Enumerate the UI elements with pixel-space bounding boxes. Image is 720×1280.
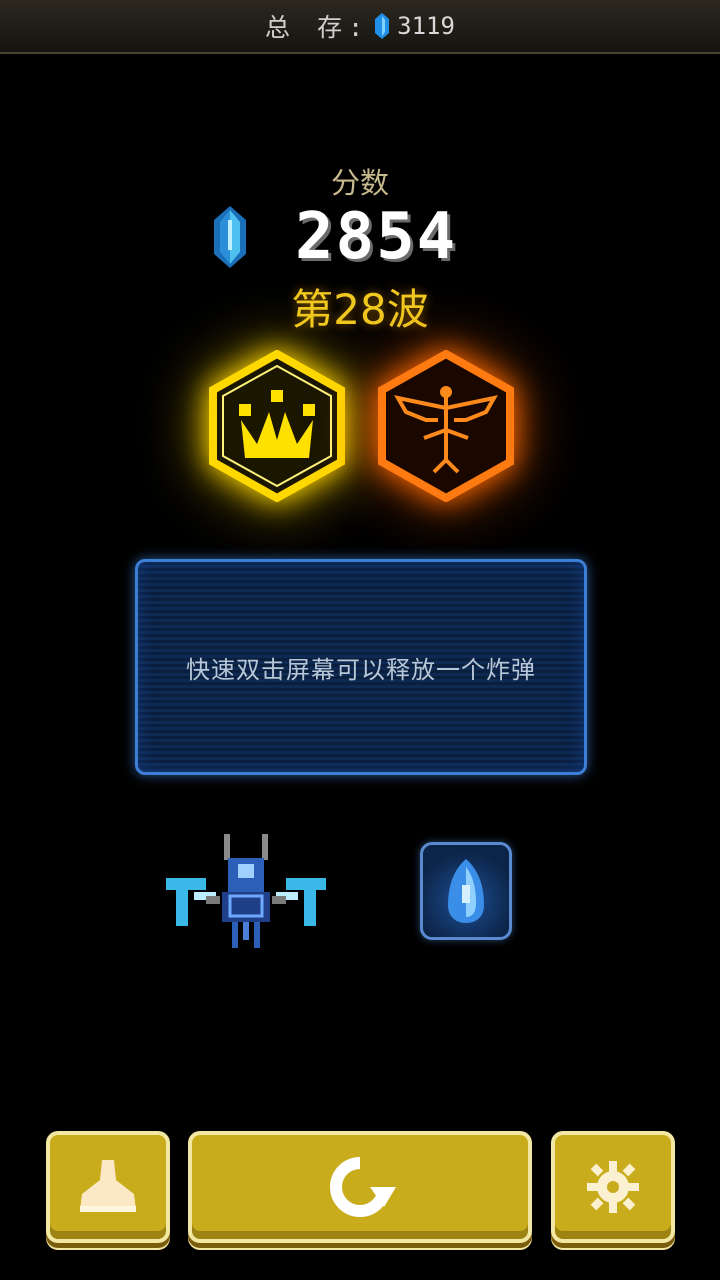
blue-spaceship-icon[interactable] (166, 834, 326, 954)
wave-label: 第28波 (291, 285, 429, 334)
settings-button[interactable] (551, 1131, 675, 1243)
gear-icon (587, 1161, 639, 1213)
tip-panel: 快速双击屏幕可以释放一个炸弹 (135, 559, 587, 775)
crown-medal-icon (209, 350, 345, 502)
score-crystal-icon (214, 206, 246, 268)
restart-arrow-icon (330, 1157, 396, 1217)
score-label: 分数 (330, 166, 389, 200)
eagle-medal-icon (378, 350, 514, 502)
blue-crystal-icon (375, 13, 390, 39)
blue-bomb-icon (448, 859, 484, 923)
ship-silhouette-icon (80, 1160, 136, 1212)
top-bar: 总 存: 3119 (0, 0, 720, 54)
total-gems: 总 存: 3119 (265, 8, 455, 44)
score-value: 2854 (295, 200, 458, 274)
score-row: 2854 (0, 200, 720, 280)
tip-text: 快速双击屏幕可以释放一个炸弹 (186, 655, 536, 684)
restart-button[interactable] (188, 1131, 532, 1243)
total-gems-value: 3119 (397, 12, 455, 40)
hangar-button[interactable] (46, 1131, 170, 1243)
bomb-slot[interactable] (420, 842, 512, 940)
total-gems-label: 总 存: (265, 13, 370, 42)
